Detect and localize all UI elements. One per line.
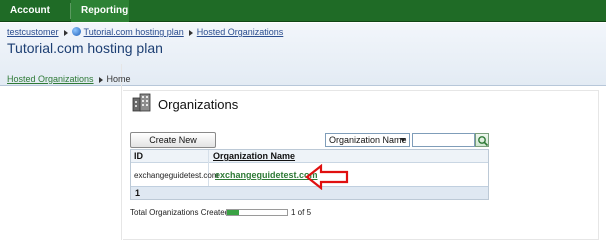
section-title: Organizations xyxy=(158,97,239,112)
arrow-right-icon xyxy=(188,30,193,36)
search-field-select[interactable]: Organization Name xyxy=(325,133,410,147)
quota-text: 1 of 5 xyxy=(291,208,312,217)
annotation-arrow-icon xyxy=(305,163,349,191)
column-header-organization-name[interactable]: Organization Name xyxy=(213,151,295,161)
reporting-label: Reporting xyxy=(81,5,129,16)
column-header-id[interactable]: ID xyxy=(134,151,143,161)
globe-icon xyxy=(71,27,81,36)
create-organization-button[interactable]: Create New Organization xyxy=(130,132,216,159)
left-panel xyxy=(7,64,122,240)
reporting-menu[interactable]: Reporting xyxy=(71,0,129,33)
row-organization-link[interactable]: exchangeguidetest.com xyxy=(215,170,318,180)
dropdown-arrow-icon xyxy=(400,138,406,142)
sub-breadcrumb-current: Home xyxy=(106,74,131,84)
account-home-link[interactable]: Account Home xyxy=(0,0,70,38)
breadcrumb-customer[interactable]: testcustomer xyxy=(7,27,59,37)
total-organizations-label: Total Organizations Created: xyxy=(130,208,232,217)
sub-breadcrumb: Hosted Organizations Home xyxy=(7,74,131,84)
arrow-right-icon xyxy=(98,77,103,83)
page-title: Tutorial.com hosting plan xyxy=(7,40,163,56)
search-field-selected: Organization Name xyxy=(329,135,407,145)
breadcrumb-hosted-orgs[interactable]: Hosted Organizations xyxy=(197,27,284,37)
sub-breadcrumb-hosted-orgs[interactable]: Hosted Organizations xyxy=(7,74,94,84)
search-input[interactable] xyxy=(412,133,475,147)
breadcrumb-plan[interactable]: Tutorial.com hosting plan xyxy=(84,27,184,37)
quota-bar-fill xyxy=(227,210,239,215)
organizations-building-icon xyxy=(132,92,152,112)
page-number[interactable]: 1 xyxy=(135,188,140,198)
magnifier-icon xyxy=(478,136,489,147)
top-nav-bar: Account Home Reporting xyxy=(0,0,606,38)
row-id: exchangeguidetest.com xyxy=(134,171,219,180)
table-header: ID Organization Name xyxy=(131,150,488,163)
breadcrumb: testcustomer Tutorial.com hosting plan Hos… xyxy=(7,27,283,37)
search-button[interactable] xyxy=(475,133,489,147)
organizations-quota-bar xyxy=(226,209,288,216)
arrow-right-icon xyxy=(63,30,68,36)
